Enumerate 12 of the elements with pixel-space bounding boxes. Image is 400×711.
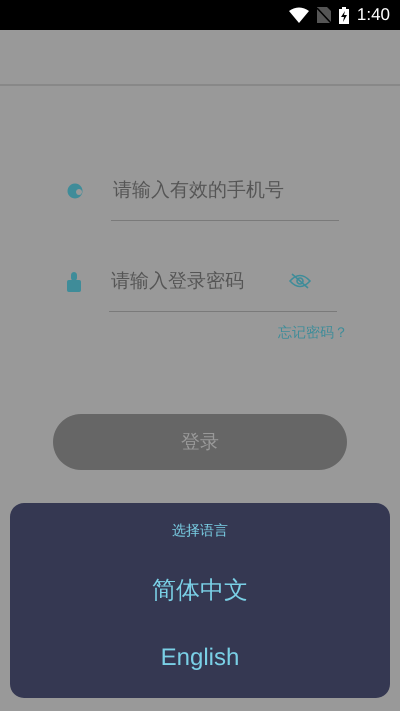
- phone-icon: [67, 182, 83, 198]
- battery-charging-icon: [338, 6, 349, 24]
- lock-icon: [67, 272, 81, 292]
- eye-slash-icon[interactable]: [289, 273, 311, 289]
- status-time: 1:40: [356, 5, 390, 25]
- password-field[interactable]: 请输入登录密码: [109, 269, 289, 293]
- no-sim-icon: [316, 7, 331, 23]
- wifi-icon: [288, 7, 309, 23]
- language-option[interactable]: 简体中文: [152, 574, 248, 606]
- phone-field[interactable]: 请输入有效的手机号: [111, 178, 339, 202]
- sheet-title: 选择语言: [172, 522, 228, 540]
- language-option[interactable]: English: [160, 644, 240, 672]
